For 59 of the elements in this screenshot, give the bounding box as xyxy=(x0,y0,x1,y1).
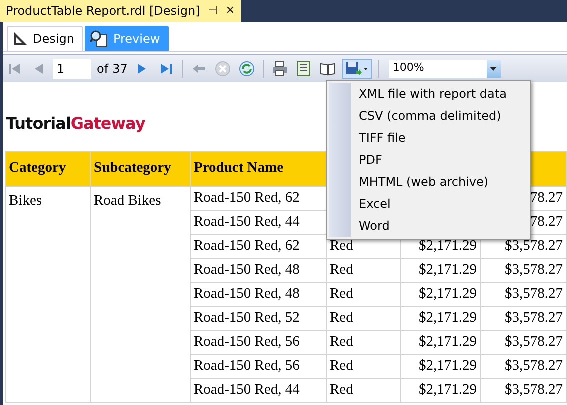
table-cell: Red xyxy=(330,286,354,302)
table-cell: Red xyxy=(330,334,354,350)
table-cell: Road-150 Red, 62 xyxy=(194,238,300,254)
zoom-dropdown[interactable]: 100% xyxy=(388,60,501,78)
table-cell: Road-150 Red, 44 xyxy=(194,382,300,398)
table-cell: $3,578.27 xyxy=(505,286,563,302)
view-tab[interactable]: Design xyxy=(7,26,84,51)
table-cell: Road-150 Red, 48 xyxy=(194,262,300,278)
table-cell: Road-150 Red, 52 xyxy=(194,310,300,326)
table-cell: Red xyxy=(330,358,354,374)
table-cell: $3,578.27 xyxy=(505,334,563,350)
caret-icon xyxy=(486,60,501,78)
table-cell: Red xyxy=(330,382,354,398)
table-cell: Road-150 Red, 56 xyxy=(194,334,300,350)
table-cell: 78.27 xyxy=(530,190,563,206)
table-cell: $2,171.29 xyxy=(419,238,477,254)
magnifier-icon xyxy=(90,30,108,48)
page-of-label: of xyxy=(97,60,109,78)
column-header: Subcategory xyxy=(94,160,172,176)
column-header: Product Name xyxy=(194,160,284,176)
page-count: 37 xyxy=(112,60,128,78)
table-cell: $3,578.27 xyxy=(505,382,563,398)
table-cell: Red xyxy=(330,310,354,326)
table-cell: $3,578.27 xyxy=(505,262,563,278)
menu-item[interactable]: Excel xyxy=(327,193,530,215)
table-cell: $2,171.29 xyxy=(419,262,477,278)
table-cell: Red xyxy=(330,262,354,278)
table-cell: Red xyxy=(330,238,354,254)
table-cell: Road-150 Red, 56 xyxy=(194,358,300,374)
logo-text: TutorialGateway xyxy=(6,113,146,135)
refresh-icon[interactable] xyxy=(236,58,257,78)
close-icon[interactable]: ✕ xyxy=(226,2,236,20)
page-number-field[interactable]: 1 xyxy=(53,58,91,78)
table-cell: Road-150 Red, 62 xyxy=(194,190,300,206)
menu-item[interactable]: Word xyxy=(327,215,530,237)
column-header: Category xyxy=(9,160,66,176)
menu-item[interactable]: CSV (comma delimited) xyxy=(327,105,530,127)
menu-item[interactable]: PDF xyxy=(327,149,530,171)
table-cell: 78.27 xyxy=(530,214,563,230)
table-cell: $3,578.27 xyxy=(505,358,563,374)
table-cell: $2,171.29 xyxy=(419,334,477,350)
table-cell: Bikes xyxy=(9,193,42,209)
table-cell: Road Bikes xyxy=(94,193,162,209)
table-cell: Road-150 Red, 48 xyxy=(194,286,300,302)
stop-icon[interactable] xyxy=(212,58,233,78)
menu-item[interactable]: TIFF file xyxy=(327,127,530,149)
table-cell: $3,578.27 xyxy=(505,238,563,254)
table-cell: Road-150 Red, 44 xyxy=(194,214,300,230)
menu-item[interactable]: XML file with report data xyxy=(327,83,530,105)
menu-item[interactable]: MHTML (web archive) xyxy=(327,171,530,193)
table-cell: $3,578.27 xyxy=(505,310,563,326)
table-cell: $2,171.29 xyxy=(419,382,477,398)
document-tab[interactable]: ProductTable Report.rdl [Design] ⊣ ✕ xyxy=(0,0,242,22)
ruler-triangle-icon xyxy=(12,31,28,47)
table-cell: $2,171.29 xyxy=(419,310,477,326)
table-cell: $2,171.29 xyxy=(419,358,477,374)
table-cell: $2,171.29 xyxy=(419,286,477,302)
pin-icon[interactable]: ⊣ xyxy=(208,2,218,20)
export-icon[interactable] xyxy=(342,58,372,78)
